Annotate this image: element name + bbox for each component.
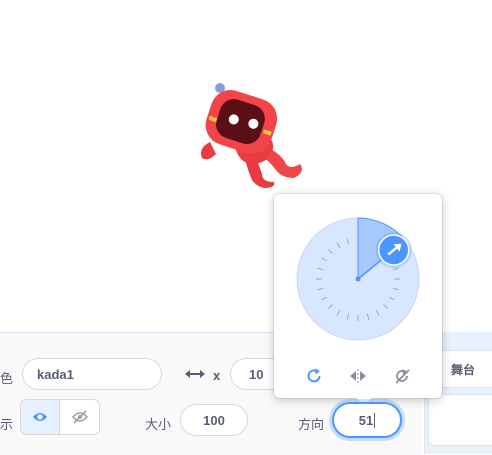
stage-thumbnail-area[interactable] [428, 394, 492, 446]
dial-center [355, 276, 361, 282]
size-label: 大小 [145, 417, 172, 432]
rotate-all-around-button[interactable] [302, 364, 326, 388]
sprite-name-field[interactable]: kada1 [22, 358, 162, 390]
show-sprite-button[interactable] [20, 399, 60, 435]
rotate-all-around-icon [307, 368, 321, 383]
direction-dial[interactable] [296, 217, 420, 341]
show-label: 示 [0, 417, 14, 432]
text-caret [374, 412, 376, 428]
dont-rotate-icon [395, 369, 410, 384]
dont-rotate-button[interactable] [390, 364, 414, 388]
left-right-button[interactable] [346, 364, 370, 388]
hide-sprite-button[interactable] [60, 399, 100, 435]
direction-input[interactable]: 51 [332, 402, 402, 438]
sprite-name-label: 色 [0, 371, 14, 386]
sprite-name-value: kada1 [37, 366, 74, 382]
x-label: x [213, 368, 221, 383]
x-arrows-icon [184, 367, 206, 381]
size-value: 100 [203, 412, 225, 428]
x-position-value: 10 [249, 366, 264, 382]
direction-label: 方向 [298, 417, 325, 432]
sprite-kada-robot[interactable] [196, 82, 308, 188]
flip-left-right-icon [350, 369, 366, 383]
eye-slash-icon [71, 410, 88, 424]
size-field[interactable]: 100 [180, 404, 248, 436]
eye-icon [33, 413, 47, 421]
direction-value: 51 [358, 412, 374, 428]
stage-title: 舞台 [451, 362, 476, 377]
